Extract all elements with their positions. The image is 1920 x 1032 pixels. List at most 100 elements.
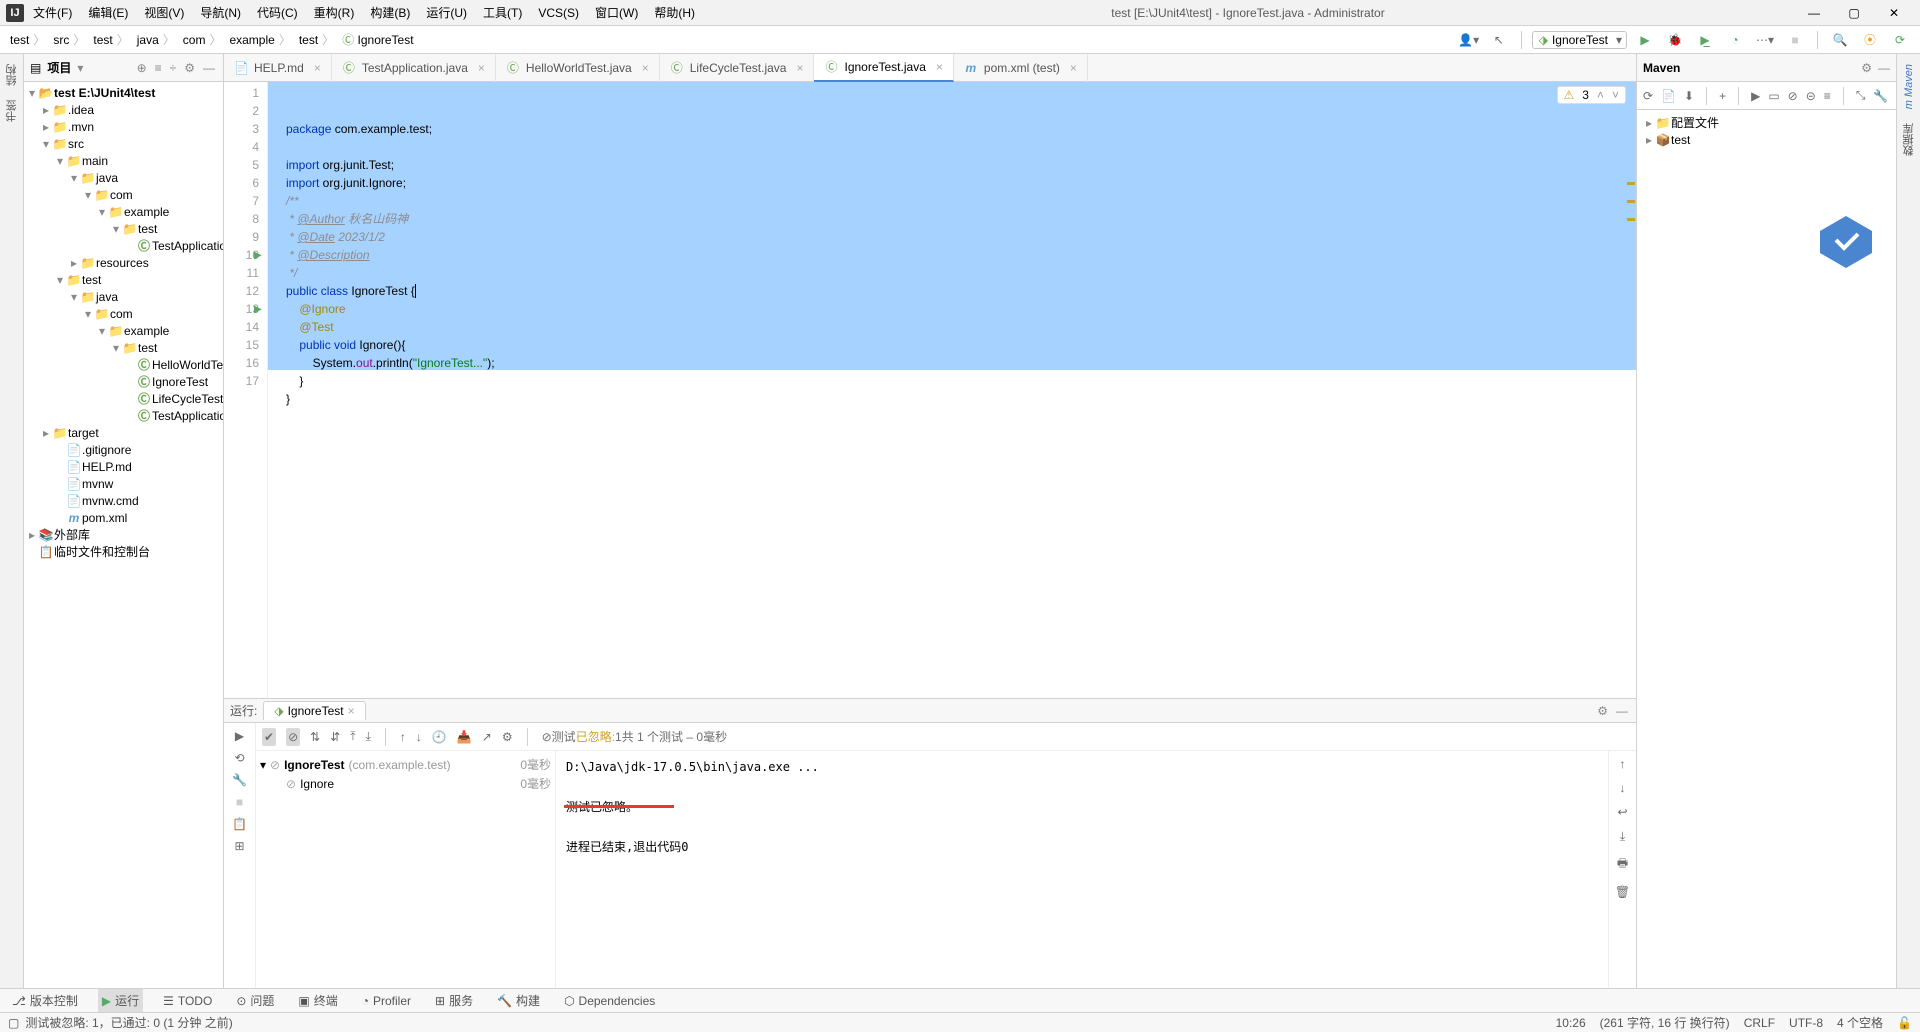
maximize-button[interactable]: ▢: [1834, 2, 1874, 24]
skip-tests-icon[interactable]: ⊝: [1806, 89, 1816, 103]
editor[interactable]: 1234567891011121314151617 package com.ex…: [224, 82, 1636, 698]
crumb-4[interactable]: com: [179, 31, 226, 48]
collapse-maven-icon[interactable]: ⤡: [1856, 88, 1866, 103]
tree-mvnwcmd[interactable]: mvnw.cmd: [82, 494, 139, 508]
close-icon[interactable]: ×: [310, 61, 321, 75]
print-icon[interactable]: 🖶: [1617, 854, 1628, 875]
tab-hello[interactable]: ⒸHelloWorldTest.java×: [496, 54, 660, 82]
menu-file[interactable]: 文件(F): [26, 1, 79, 24]
tab-build[interactable]: 🔨构建: [493, 989, 544, 1012]
favorites-tool-button[interactable]: 书签: [4, 96, 20, 126]
run-config-selector[interactable]: ⬗IgnoreTest: [1532, 31, 1627, 49]
tab-testapp[interactable]: ⒸTestApplication.java×: [332, 54, 496, 82]
encoding[interactable]: UTF-8: [1789, 1016, 1823, 1030]
tree-test2[interactable]: test: [138, 341, 157, 355]
caret-position[interactable]: 10:26: [1556, 1016, 1586, 1030]
next-icon[interactable]: ↓: [416, 730, 422, 744]
scroll-down-icon[interactable]: ↓: [1620, 781, 1626, 795]
tree-testdir[interactable]: test: [82, 273, 101, 287]
scroll-end-icon[interactable]: ⤓: [1620, 829, 1625, 844]
menu-vcs[interactable]: VCS(S): [531, 3, 586, 23]
tree-main[interactable]: main: [82, 154, 108, 168]
menu-view[interactable]: 视图(V): [137, 1, 191, 24]
tree-src[interactable]: src: [68, 137, 84, 151]
tree-hello[interactable]: HelloWorldTest: [152, 358, 223, 372]
reload-icon[interactable]: ⟳: [1643, 89, 1653, 103]
sort-icon[interactable]: ⇅: [310, 730, 320, 744]
expand-all-icon[interactable]: ≡: [153, 61, 164, 75]
menu-edit[interactable]: 编辑(E): [81, 1, 135, 24]
menu-tools[interactable]: 工具(T): [476, 1, 529, 24]
menu-navigate[interactable]: 导航(N): [193, 1, 248, 24]
test-root[interactable]: ▾⊘IgnoreTest (com.example.test) 0毫秒: [260, 755, 551, 774]
tree-test1[interactable]: test: [138, 222, 157, 236]
tree-java2[interactable]: java: [96, 290, 118, 304]
next-highlight-icon[interactable]: ˅: [1612, 88, 1619, 102]
menu-refactor[interactable]: 重构(R): [307, 1, 362, 24]
menu-build[interactable]: 构建(B): [363, 1, 417, 24]
readonly-icon[interactable]: 🔓: [1897, 1016, 1912, 1030]
coverage-icon[interactable]: ▶̲: [1693, 29, 1717, 51]
tool-windows-icon[interactable]: ▢: [8, 1016, 19, 1030]
search-icon[interactable]: 🔍: [1828, 29, 1852, 51]
show-ignored-icon[interactable]: ⊘: [286, 728, 300, 746]
show-passed-icon[interactable]: ✔: [262, 728, 276, 746]
tree-ext-libs[interactable]: 外部库: [54, 528, 90, 542]
scroll-up-icon[interactable]: ↑: [1620, 757, 1626, 771]
close-icon[interactable]: ×: [932, 60, 943, 74]
toggle-offline-icon[interactable]: ⊘: [1788, 89, 1798, 103]
tab-profiler[interactable]: ◔Profiler: [358, 989, 415, 1012]
clear-icon[interactable]: 🗑: [1615, 885, 1630, 899]
close-icon[interactable]: ×: [474, 61, 485, 75]
breadcrumb[interactable]: test src test java com example test Ⓒ Ig…: [6, 31, 418, 48]
run-maven-icon[interactable]: ▶: [1751, 89, 1760, 103]
indent[interactable]: 4 个空格: [1837, 1014, 1883, 1031]
toggle-auto-icon[interactable]: 🔧: [232, 773, 247, 787]
test-item[interactable]: ⊘Ignore 0毫秒: [260, 774, 551, 793]
run-settings-icon[interactable]: ⚙: [1597, 704, 1608, 718]
tree-testappt[interactable]: TestApplicationT: [152, 409, 223, 423]
tab-pom[interactable]: mpom.xml (test)×: [954, 54, 1088, 82]
prev-highlight-icon[interactable]: ˄: [1597, 88, 1604, 102]
tree-mvn[interactable]: .mvn: [68, 120, 94, 134]
tree-ignore[interactable]: IgnoreTest: [152, 375, 208, 389]
tree-resources[interactable]: resources: [96, 256, 149, 270]
dump-icon[interactable]: 📋: [232, 817, 247, 831]
add-icon[interactable]: +: [1719, 89, 1726, 103]
console-output[interactable]: D:\Java\jdk-17.0.5\bin\java.exe ... 测试已忽…: [556, 751, 1608, 988]
tree-idea[interactable]: .idea: [68, 103, 94, 117]
more-run-icon[interactable]: ⋯▾: [1753, 29, 1777, 51]
back-icon[interactable]: ↖: [1487, 29, 1511, 51]
settings-icon[interactable]: ⚙: [182, 61, 197, 75]
crumb-3[interactable]: java: [133, 31, 179, 48]
tab-help[interactable]: 📄HELP.md×: [224, 54, 332, 82]
rerun-icon[interactable]: ▶: [235, 729, 244, 743]
run-gutter-icon[interactable]: ▶: [254, 301, 262, 319]
tree-testapp[interactable]: TestApplication: [152, 239, 223, 253]
tree-life[interactable]: LifeCycleTest: [152, 392, 223, 406]
run-gutter-icon[interactable]: ▶: [254, 247, 262, 265]
maven-tree[interactable]: ▸📁配置文件 ▸📦test: [1637, 110, 1896, 152]
tab-dependencies[interactable]: ⬡Dependencies: [560, 989, 659, 1012]
project-dropdown-icon[interactable]: ▾: [77, 61, 83, 75]
tree-scratch[interactable]: 临时文件和控制台: [54, 545, 150, 559]
tab-terminal[interactable]: ▣终端: [294, 989, 341, 1012]
debug-icon[interactable]: 🐞: [1663, 29, 1687, 51]
menu-window[interactable]: 窗口(W): [588, 1, 645, 24]
tree-root[interactable]: test E:\JUnit4\test: [54, 86, 155, 100]
tree-gitignore[interactable]: .gitignore: [82, 443, 131, 457]
tab-vcs[interactable]: ⎇版本控制: [8, 989, 82, 1012]
tab-problems[interactable]: ⊙问题: [232, 989, 278, 1012]
generate-icon[interactable]: 📄: [1661, 89, 1676, 103]
maven-hide-icon[interactable]: —: [1878, 61, 1890, 75]
tab-run[interactable]: ▶运行: [98, 989, 143, 1012]
menu-help[interactable]: 帮助(H): [647, 1, 702, 24]
export-icon[interactable]: ↗: [482, 730, 492, 744]
hide-icon[interactable]: —: [201, 61, 217, 75]
collapse-icon[interactable]: ⤓: [366, 729, 371, 744]
show-deps-icon[interactable]: ≡: [1824, 89, 1831, 103]
ai-icon[interactable]: ⦿: [1858, 29, 1882, 51]
crumb-1[interactable]: src: [49, 31, 89, 48]
tree-mvnw[interactable]: mvnw: [82, 477, 113, 491]
import-icon[interactable]: 📥: [457, 730, 472, 744]
